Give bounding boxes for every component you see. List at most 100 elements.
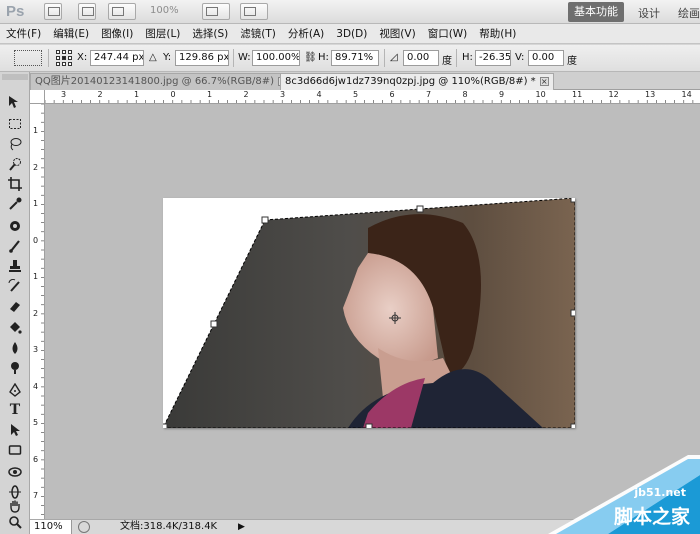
shape-tool-icon[interactable] bbox=[7, 442, 23, 458]
ruler-h-label: 3 bbox=[280, 90, 286, 99]
crop-tool-icon[interactable] bbox=[7, 176, 23, 192]
ruler-v-label: 7 bbox=[33, 491, 39, 500]
view-extras-button[interactable] bbox=[108, 3, 136, 20]
status-menu-icon[interactable] bbox=[78, 521, 90, 533]
menu-help[interactable]: 帮助(H) bbox=[473, 26, 522, 41]
tab-document-active[interactable]: 8c3d66d6jw1dz739nq0zpj.jpg @ 110%(RGB/8#… bbox=[280, 73, 554, 90]
w-label: W: bbox=[238, 52, 251, 63]
menu-edit[interactable]: 编辑(E) bbox=[47, 26, 95, 41]
document-size-info: 文档:318.4K/318.4K bbox=[120, 521, 218, 532]
document-canvas[interactable] bbox=[160, 195, 578, 431]
tab-label: 8c3d66d6jw1dz739nq0zpj.jpg @ 110%(RGB/8#… bbox=[285, 76, 536, 87]
tools-panel: T bbox=[0, 72, 30, 534]
ruler-h-label: 11 bbox=[572, 90, 583, 99]
screen-mode-button[interactable] bbox=[240, 3, 268, 20]
ruler-h-label: 10 bbox=[535, 90, 546, 99]
vskew-label: V: bbox=[515, 52, 525, 63]
hand-tool-icon[interactable] bbox=[7, 498, 23, 514]
relative-position-icon[interactable]: △ bbox=[149, 52, 157, 63]
photoshop-logo: Ps bbox=[6, 3, 25, 20]
ruler-v-label: 2 bbox=[33, 308, 39, 318]
ruler-origin[interactable] bbox=[30, 90, 45, 104]
ruler-v-label: 5 bbox=[33, 418, 39, 427]
ruler-v-label: 2 bbox=[33, 162, 39, 172]
transform-preset-icon[interactable] bbox=[14, 50, 42, 66]
height-scale-field[interactable]: 89.71% bbox=[331, 50, 379, 66]
degree-unit: 度 bbox=[442, 56, 452, 67]
status-expand-icon[interactable]: ▶ bbox=[238, 522, 245, 532]
close-icon[interactable]: × bbox=[539, 76, 549, 86]
tab-document-qq[interactable]: QQ图片20140123141800.jpg @ 66.7%(RGB/8#)× bbox=[30, 73, 293, 90]
ruler-h-label: 13 bbox=[645, 90, 656, 99]
ruler-h-label: 9 bbox=[499, 90, 505, 99]
x-label: X: bbox=[77, 52, 88, 63]
skewed-photo-layer[interactable] bbox=[160, 195, 578, 431]
reference-point-grid[interactable] bbox=[56, 50, 72, 66]
workspace-design[interactable]: 设计 bbox=[638, 5, 660, 21]
menu-layer[interactable]: 图层(L) bbox=[139, 26, 186, 41]
arrange-documents-button[interactable] bbox=[202, 3, 230, 20]
eyedropper-icon[interactable] bbox=[7, 196, 23, 212]
rotate-angle-field[interactable]: 0.00 bbox=[403, 50, 439, 66]
vertical-ruler[interactable]: 121012345678 bbox=[30, 104, 45, 519]
vertical-skew-field[interactable]: 0.00 bbox=[528, 50, 564, 66]
eraser-icon[interactable] bbox=[7, 298, 23, 314]
bridge-button[interactable] bbox=[44, 3, 62, 20]
menu-file[interactable]: 文件(F) bbox=[0, 26, 47, 41]
ruler-h-label: 1 bbox=[134, 90, 140, 99]
menu-filter[interactable]: 滤镜(T) bbox=[234, 26, 282, 41]
menu-select[interactable]: 选择(S) bbox=[186, 26, 234, 41]
lasso-tool-icon[interactable] bbox=[7, 136, 23, 152]
zoom-tool-icon[interactable] bbox=[7, 514, 23, 530]
ruler-h-label: 12 bbox=[608, 90, 619, 99]
watermark-name: 脚本之家 bbox=[613, 506, 690, 528]
horizontal-ruler-ticks bbox=[45, 100, 694, 103]
hskew-label: H: bbox=[462, 52, 473, 63]
tab-label: QQ图片20140123141800.jpg @ 66.7%(RGB/8#) bbox=[35, 76, 275, 87]
ruler-v-label: 1 bbox=[33, 126, 39, 135]
rotate-angle-icon: ◿ bbox=[390, 52, 398, 63]
menu-view[interactable]: 视图(V) bbox=[373, 26, 421, 41]
clone-stamp-icon[interactable] bbox=[7, 258, 23, 274]
options-bar: X: 247.44 px △ Y: 129.86 px W: 100.00% ⛓… bbox=[0, 45, 700, 72]
blur-tool-icon[interactable] bbox=[7, 340, 23, 356]
marquee-tool-icon[interactable] bbox=[7, 116, 23, 132]
paint-bucket-icon[interactable] bbox=[7, 320, 23, 336]
ruler-h-label: 5 bbox=[353, 90, 359, 99]
menu-image[interactable]: 图像(I) bbox=[95, 26, 139, 41]
tools-panel-grip[interactable] bbox=[2, 74, 28, 80]
ruler-h-label: 4 bbox=[316, 90, 322, 99]
move-tool-icon[interactable] bbox=[7, 94, 23, 110]
ruler-h-label: 3 bbox=[61, 90, 67, 99]
3d-rotate-icon[interactable] bbox=[7, 464, 23, 480]
dodge-tool-icon[interactable] bbox=[7, 360, 23, 376]
y-position-field[interactable]: 129.86 px bbox=[175, 50, 229, 66]
ruler-h-label: 14 bbox=[681, 90, 692, 99]
link-aspect-icon[interactable]: ⛓ bbox=[304, 52, 317, 63]
horizontal-ruler[interactable]: 3 2 1 0 1 2 3 4 5 6 7 8 9 10 11 12 13 14 bbox=[45, 90, 700, 104]
brush-tool-icon[interactable] bbox=[7, 238, 23, 254]
ruler-v-label: 4 bbox=[33, 381, 39, 391]
history-brush-icon[interactable] bbox=[7, 278, 23, 294]
menu-bar: 文件(F) 编辑(E) 图像(I) 图层(L) 选择(S) 滤镜(T) 分析(A… bbox=[0, 24, 700, 44]
pen-tool-icon[interactable] bbox=[7, 382, 23, 398]
x-position-field[interactable]: 247.44 px bbox=[90, 50, 144, 66]
status-zoom-field[interactable]: 110% bbox=[30, 520, 72, 534]
ruler-h-label: 0 bbox=[170, 90, 176, 99]
menu-analysis[interactable]: 分析(A) bbox=[282, 26, 330, 41]
workspace-painting[interactable]: 绘画 bbox=[678, 5, 700, 21]
quick-select-icon[interactable] bbox=[7, 156, 23, 172]
healing-brush-icon[interactable] bbox=[7, 218, 23, 234]
ruler-h-label: 8 bbox=[462, 90, 468, 99]
path-select-icon[interactable] bbox=[7, 422, 23, 438]
type-tool-icon[interactable]: T bbox=[7, 402, 23, 418]
mini-bridge-button[interactable] bbox=[78, 3, 96, 20]
menu-window[interactable]: 窗口(W) bbox=[422, 26, 474, 41]
workspace-essentials[interactable]: 基本功能 bbox=[568, 2, 624, 22]
zoom-level-display[interactable]: 100% bbox=[150, 5, 179, 16]
menu-3d[interactable]: 3D(D) bbox=[330, 28, 373, 40]
width-scale-field[interactable]: 100.00% bbox=[252, 50, 300, 66]
horizontal-skew-field[interactable]: -26.35 bbox=[475, 50, 511, 66]
app-title-bar: Ps 100% 基本功能 设计 绘画 bbox=[0, 0, 700, 24]
ruler-v-label: 3 bbox=[33, 345, 39, 354]
